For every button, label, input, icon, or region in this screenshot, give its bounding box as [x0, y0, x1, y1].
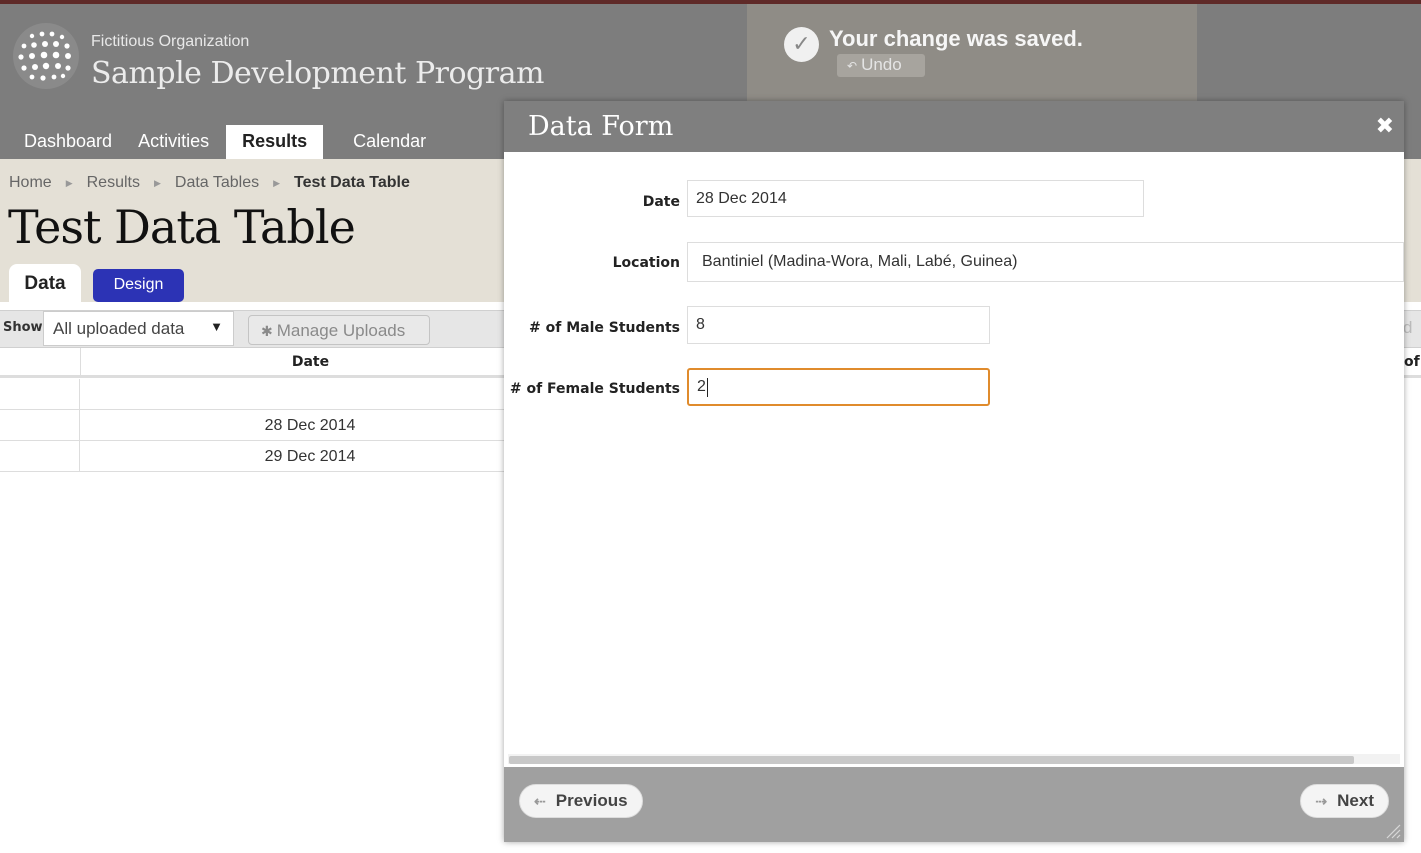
- undo-icon: ↶: [847, 59, 858, 73]
- breadcrumb: Home ▶ Results ▶ Data Tables ▶ Test Data…: [9, 174, 410, 192]
- column-header-fragment[interactable]: of: [1404, 354, 1420, 370]
- dialog-header: Data Form ✖: [504, 101, 1404, 152]
- manage-uploads-button[interactable]: ✱ Manage Uploads: [248, 315, 430, 345]
- location-field[interactable]: Bantiniel (Madina-Wora, Mali, Labé, Guin…: [687, 242, 1404, 282]
- breadcrumb-results[interactable]: Results: [87, 174, 140, 192]
- undo-button[interactable]: ↶ Undo: [837, 54, 925, 77]
- nav-results[interactable]: Results: [226, 125, 324, 159]
- row-number-cell: [0, 410, 80, 441]
- page-title: Test Data Table: [8, 200, 356, 254]
- date-cell: 28 Dec 2014: [264, 417, 356, 434]
- next-button[interactable]: ⇢ Next: [1300, 784, 1389, 818]
- male-students-field-value: 8: [696, 316, 705, 333]
- nav-activities[interactable]: Activities: [126, 125, 221, 159]
- program-name[interactable]: Sample Development Program: [91, 56, 544, 91]
- table-row[interactable]: [0, 379, 540, 410]
- show-filter-select[interactable]: All uploaded data ▼: [43, 311, 234, 346]
- data-form-dialog: Data Form ✖ Date 28 Dec 2014 Location Ba…: [504, 101, 1404, 842]
- female-students-field[interactable]: 2: [687, 368, 990, 406]
- male-students-field[interactable]: 8: [687, 306, 990, 344]
- dropdown-arrow-icon: ▼: [210, 319, 223, 334]
- table-row[interactable]: 28 Dec 2014: [0, 410, 540, 441]
- date-cell: 29 Dec 2014: [264, 448, 356, 465]
- breadcrumb-separator-icon: ▶: [153, 177, 161, 188]
- location-field-value: Bantiniel (Madina-Wora, Mali, Labé, Guin…: [702, 253, 1018, 270]
- date-field-value: 28 Dec 2014: [696, 189, 787, 207]
- close-icon[interactable]: ✖: [1376, 114, 1394, 139]
- male-students-label: # of Male Students: [529, 320, 680, 336]
- column-header-date[interactable]: Date: [80, 348, 540, 378]
- show-label: Show: [3, 320, 43, 335]
- table-row[interactable]: 29 Dec 2014: [0, 441, 540, 472]
- text-cursor: [706, 377, 708, 397]
- dialog-footer: ⇠ Previous ⇢ Next: [504, 767, 1404, 842]
- main-nav: Dashboard Activities Results Calendar: [0, 125, 438, 159]
- organization-logo[interactable]: [12, 22, 80, 90]
- dialog-title: Data Form: [528, 111, 674, 142]
- horizontal-scrollbar[interactable]: [508, 754, 1400, 764]
- gear-icon: ✱: [261, 323, 273, 339]
- arrow-left-icon: ⇠: [534, 792, 546, 809]
- breadcrumb-current: Test Data Table: [294, 174, 410, 191]
- arrow-right-icon: ⇢: [1315, 792, 1328, 809]
- nav-calendar[interactable]: Calendar: [341, 125, 438, 159]
- tab-data[interactable]: Data: [9, 264, 81, 302]
- checkmark-icon: ✓: [784, 27, 819, 62]
- organization-name: Fictitious Organization: [91, 33, 250, 50]
- save-notification-message: Your change was saved.: [829, 26, 1083, 51]
- date-label: Date: [642, 194, 680, 210]
- breadcrumb-separator-icon: ▶: [65, 177, 73, 188]
- undo-label: Undo: [861, 55, 902, 74]
- female-students-field-value: 2: [697, 378, 706, 395]
- tab-design[interactable]: Design: [93, 269, 184, 302]
- female-students-label: # of Female Students: [509, 381, 680, 397]
- breadcrumb-data-tables[interactable]: Data Tables: [175, 174, 259, 192]
- toolbar-right-button-fragment[interactable]: d: [1403, 318, 1412, 338]
- nav-dashboard[interactable]: Dashboard: [12, 125, 124, 159]
- breadcrumb-home[interactable]: Home: [9, 174, 52, 192]
- scrollbar-thumb[interactable]: [509, 756, 1354, 764]
- row-number-cell: [0, 379, 80, 410]
- previous-button[interactable]: ⇠ Previous: [519, 784, 643, 818]
- save-notification: ✓ Your change was saved. ↶ Undo: [747, 4, 1197, 111]
- date-cell: [80, 379, 540, 410]
- manage-uploads-label: Manage Uploads: [276, 321, 406, 340]
- show-filter-value: All uploaded data: [53, 319, 185, 338]
- location-label: Location: [612, 255, 680, 271]
- breadcrumb-separator-icon: ▶: [273, 177, 281, 188]
- row-number-cell: [0, 441, 80, 472]
- date-field[interactable]: 28 Dec 2014: [687, 180, 1144, 217]
- next-label: Next: [1337, 791, 1374, 810]
- previous-label: Previous: [555, 791, 628, 810]
- resize-handle-icon[interactable]: [1385, 823, 1401, 839]
